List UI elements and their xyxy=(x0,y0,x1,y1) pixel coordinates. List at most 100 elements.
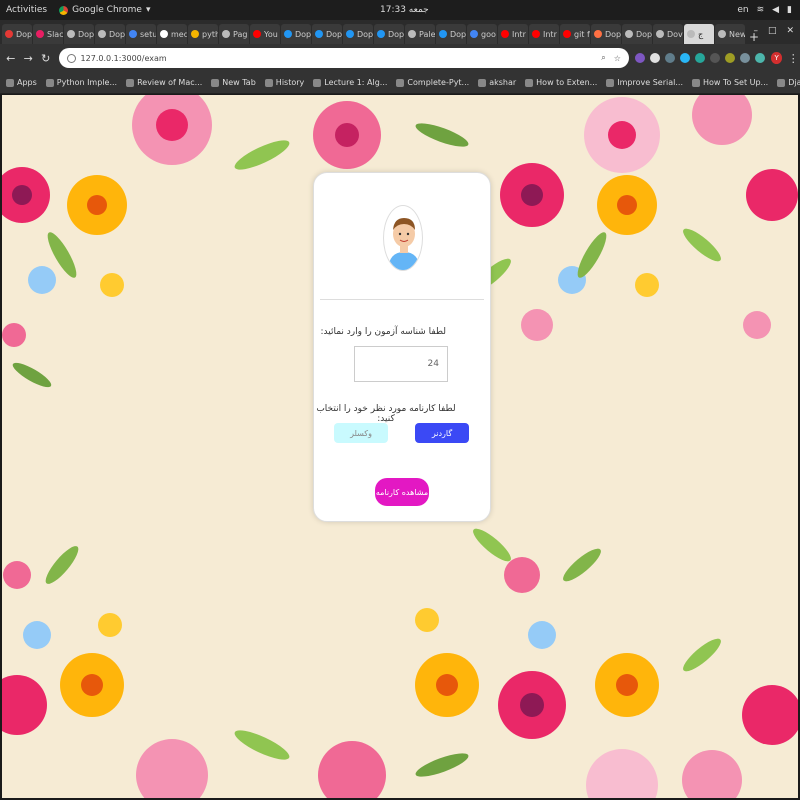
browser-tab[interactable]: Dop xyxy=(374,24,404,44)
forward-icon[interactable]: → xyxy=(22,52,36,65)
browser-tab[interactable]: ج xyxy=(684,24,714,44)
browser-tab[interactable]: setu xyxy=(126,24,156,44)
url-text[interactable]: 127.0.0.1:3000/exam xyxy=(81,54,594,63)
bookmark-item[interactable]: Django Annot... xyxy=(777,78,800,87)
minimize-icon[interactable]: – xyxy=(753,26,758,36)
browser-tab[interactable]: Dop xyxy=(343,24,373,44)
menu-kebab-icon[interactable]: ⋮ xyxy=(786,52,800,65)
back-icon[interactable]: ← xyxy=(4,52,18,65)
bookmark-item[interactable]: Complete-Pyt... xyxy=(396,78,469,87)
extension-icon[interactable] xyxy=(754,53,765,63)
tab-label: Slac xyxy=(47,29,63,39)
browser-tab[interactable]: Dop xyxy=(436,24,466,44)
bookmark-item[interactable]: Lecture 1: Alg... xyxy=(313,78,387,87)
bookmark-icon xyxy=(478,78,487,87)
favicon-icon xyxy=(532,30,540,38)
browser-tab[interactable]: git f xyxy=(560,24,590,44)
view-report-button[interactable]: مشاهده کارنامه xyxy=(375,478,429,506)
bookmark-icon xyxy=(211,78,220,87)
tab-label: New Ta xyxy=(729,29,745,39)
extension-icon[interactable] xyxy=(634,53,645,63)
browser-tab[interactable]: Dop xyxy=(2,24,32,44)
extension-icon[interactable] xyxy=(664,53,675,63)
battery-icon[interactable]: ▮ xyxy=(787,5,792,15)
profile-avatar[interactable]: Y xyxy=(770,52,783,64)
language-indicator[interactable]: en xyxy=(737,5,748,15)
bookmark-icon xyxy=(606,78,615,87)
bookmark-label: Python Imple... xyxy=(56,78,118,87)
bookmark-label: Apps xyxy=(17,78,37,87)
bookmark-item[interactable]: akshar xyxy=(478,78,516,87)
extension-icon[interactable] xyxy=(724,53,735,63)
address-bar[interactable]: 127.0.0.1:3000/exam ⌕ ☆ xyxy=(58,48,629,68)
bookmark-item[interactable]: Python Imple... xyxy=(45,78,118,87)
browser-tab[interactable]: Slac xyxy=(33,24,63,44)
bookmark-item[interactable]: How To Set Up... xyxy=(691,78,768,87)
close-icon[interactable]: ✕ xyxy=(786,26,794,36)
bookmark-label: Complete-Pyt... xyxy=(407,78,470,87)
activities-button[interactable]: Activities xyxy=(6,5,47,15)
bookmark-item[interactable]: History xyxy=(264,78,304,87)
browser-tab[interactable]: Intr xyxy=(529,24,559,44)
tab-label: Dop xyxy=(450,29,466,39)
favicon-icon xyxy=(5,30,13,38)
browser-tab[interactable]: Pag xyxy=(219,24,249,44)
maximize-icon[interactable]: □ xyxy=(768,26,777,36)
chevron-down-icon: ▾ xyxy=(145,5,151,15)
browser-tab[interactable]: Dop xyxy=(281,24,311,44)
extension-icon[interactable] xyxy=(739,53,750,63)
bookmark-item[interactable]: New Tab xyxy=(211,78,256,87)
volume-icon[interactable]: ◀ xyxy=(772,5,779,15)
bookmark-item[interactable]: Improve Serial... xyxy=(606,78,683,87)
reload-icon[interactable]: ↻ xyxy=(39,52,53,65)
gardner-button[interactable]: گاردنر xyxy=(415,423,469,443)
browser-tab[interactable]: med xyxy=(157,24,187,44)
browser-tab[interactable]: goo xyxy=(467,24,497,44)
tab-label: Dov xyxy=(667,29,683,39)
extension-icon[interactable] xyxy=(709,53,720,63)
system-tray[interactable]: en ≋ ◀ ▮ xyxy=(737,5,792,15)
extension-icon[interactable] xyxy=(649,53,660,63)
browser-tab[interactable]: Intr xyxy=(498,24,528,44)
bookmark-label: Lecture 1: Alg... xyxy=(324,78,388,87)
bookmark-item[interactable]: Review of Mac... xyxy=(126,78,202,87)
exam-id-input[interactable] xyxy=(354,346,448,382)
browser-tab[interactable]: Dop xyxy=(591,24,621,44)
browser-tab[interactable]: Dop xyxy=(622,24,652,44)
star-icon[interactable]: ☆ xyxy=(614,54,621,63)
tab-label: Pale xyxy=(419,29,435,39)
clock[interactable]: جمعه 17:33 xyxy=(380,5,429,15)
wechsler-button[interactable]: وکسلر xyxy=(334,423,388,443)
bookmark-icon xyxy=(313,78,322,87)
apps-shortcut[interactable]: Apps xyxy=(6,78,37,87)
tab-label: git f xyxy=(574,29,590,39)
extensions xyxy=(634,53,765,63)
browser-tab[interactable]: New Ta xyxy=(715,24,745,44)
site-info-icon[interactable] xyxy=(66,53,76,63)
browser-tab[interactable]: pyth xyxy=(188,24,218,44)
browser-tab[interactable]: Dop xyxy=(312,24,342,44)
exam-card: لطفا شناسه آزمون را وارد نمائید: لطفا کا… xyxy=(313,172,491,522)
tab-label: Dop xyxy=(295,29,311,39)
bookmark-item[interactable]: How to Exten... xyxy=(525,78,597,87)
browser-tab[interactable]: You xyxy=(250,24,280,44)
favicon-icon xyxy=(656,30,664,38)
browser-tab[interactable]: Dov xyxy=(653,24,683,44)
extension-icon[interactable] xyxy=(694,53,705,63)
tab-label: Dop xyxy=(357,29,373,39)
zoom-icon[interactable]: ⌕ xyxy=(601,53,605,63)
browser-tab[interactable]: Dop xyxy=(95,24,125,44)
user-avatar xyxy=(383,205,423,271)
bookmark-label: New Tab xyxy=(222,78,256,87)
tab-strip: Dop Slac Dop Dop setu med pyth Pag You Dop Dop Dop D… xyxy=(0,20,800,44)
browser-tab[interactable]: Dop xyxy=(64,24,94,44)
app-menu[interactable]: Google Chrome ▾ xyxy=(59,5,151,15)
favicon-icon xyxy=(98,30,106,38)
card-divider xyxy=(320,299,484,300)
browser-tab[interactable]: Pale xyxy=(405,24,435,44)
tab-label: setu xyxy=(140,29,156,39)
favicon-icon xyxy=(687,30,695,38)
wifi-icon[interactable]: ≋ xyxy=(757,5,765,15)
browser-toolbar: ← → ↻ 127.0.0.1:3000/exam ⌕ ☆ Y ⋮ xyxy=(0,44,800,72)
extension-icon[interactable] xyxy=(679,53,690,63)
